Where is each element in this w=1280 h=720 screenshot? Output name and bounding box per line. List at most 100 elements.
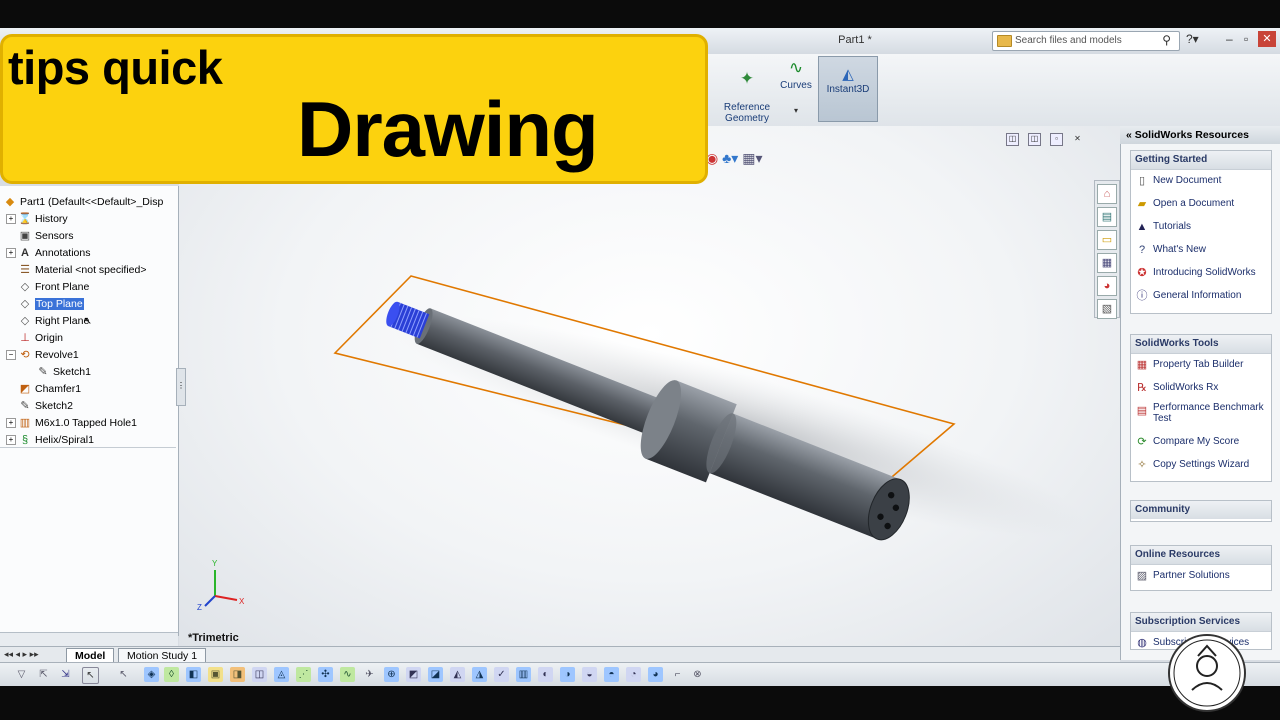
section-header[interactable]: Getting Started (1131, 151, 1271, 170)
tree-item-top-plane[interactable]: ◇ Top Plane (6, 296, 84, 313)
help-icon[interactable]: ?▾ (1186, 32, 1199, 46)
tree-item-revolve1[interactable]: − ⟲ Revolve1 (6, 347, 79, 364)
expand-icon[interactable]: + (6, 435, 16, 446)
design-library-icon[interactable]: ▤ (1097, 207, 1117, 227)
tile-horizontal-icon[interactable]: ◫ (1028, 133, 1041, 146)
filter-notes-icon[interactable]: ◩ (406, 667, 421, 682)
filter-hole-icon[interactable]: ◐ (538, 667, 553, 682)
partner-solutions-link[interactable]: ▨ Partner Solutions (1131, 565, 1271, 588)
filter-sketch-icon[interactable]: ◫ (252, 667, 267, 682)
tab-scroll-icons[interactable]: ◂◂ ◂ ▸ ▸▸ (4, 649, 39, 660)
search-icon[interactable]: ⚲ (1162, 33, 1171, 47)
minimize-icon[interactable]: – (1226, 32, 1233, 46)
tree-item-annotations[interactable]: + A Annotations (6, 245, 90, 262)
tree-collapse-handle[interactable]: ⋮ (176, 368, 186, 406)
filter-weld-icon[interactable]: ◪ (428, 667, 443, 682)
collapse-icon[interactable]: − (6, 350, 16, 361)
filter-planes-icon[interactable]: ◬ (274, 667, 289, 682)
filter-routing-icon[interactable]: ⌐ (670, 667, 685, 682)
filter-features-icon[interactable]: ◨ (230, 667, 245, 682)
chevron-down-icon[interactable]: ▾ (776, 106, 816, 115)
graphics-viewport[interactable]: Y X Z (179, 126, 1120, 646)
select-filter-icon[interactable]: ⇱ (36, 667, 51, 682)
open-document-link[interactable]: ▰ Open a Document (1131, 193, 1271, 216)
custom-properties-icon[interactable]: ▧ (1097, 299, 1117, 319)
filter-datum-icon[interactable]: ◭ (450, 667, 465, 682)
collapse-arrows-icon[interactable]: « (1126, 129, 1132, 141)
section-header[interactable]: SolidWorks Tools (1131, 335, 1271, 354)
view-settings-icon[interactable]: ▦▾ (742, 150, 762, 166)
filter-clear-icon[interactable]: ⊗ (690, 667, 705, 682)
home-icon[interactable]: ⌂ (1097, 184, 1117, 204)
filter-edges-icon[interactable]: ◊ (164, 667, 179, 682)
close-icon[interactable]: ✕ (1258, 31, 1276, 47)
filter-centerlines-icon[interactable]: ◓ (604, 667, 619, 682)
tree-horizontal-scrollbar[interactable] (0, 632, 178, 647)
tree-item-sketch2[interactable]: ✎ Sketch2 (6, 398, 73, 415)
property-tab-builder-link[interactable]: ▦ Property Tab Builder (1131, 354, 1271, 377)
filter-blocks-icon[interactable]: ▥ (516, 667, 531, 682)
filter-dimensions-icon[interactable]: ⊕ (384, 667, 399, 682)
section-header[interactable]: Subscription Services (1131, 613, 1271, 632)
compare-my-score-link[interactable]: ⟳ Compare My Score (1131, 431, 1271, 454)
file-explorer-icon[interactable]: ▭ (1097, 230, 1117, 250)
reference-geometry-icon: ✦ (739, 69, 755, 88)
filter-reference-icon[interactable]: ◔ (626, 667, 641, 682)
filter-surface-finish-icon[interactable]: ✓ (494, 667, 509, 682)
tree-item-front-plane[interactable]: ◇ Front Plane (6, 279, 90, 296)
instant3d-button[interactable]: ◭ Instant3D (818, 56, 878, 122)
expand-icon[interactable]: + (6, 214, 16, 225)
tree-item-history[interactable]: + ⌛ History (6, 211, 68, 228)
new-document-link[interactable]: ▯ New Document (1131, 170, 1271, 193)
tree-root[interactable]: ◆ Part1 (Default<<Default>_Disp (3, 194, 164, 211)
filter-annotations-icon[interactable]: ✈ (362, 667, 377, 682)
section-header[interactable]: Online Resources (1131, 546, 1271, 565)
filter-loops-icon[interactable]: ◒ (582, 667, 597, 682)
copy-settings-wizard-link[interactable]: ✧ Copy Settings Wizard (1131, 454, 1271, 477)
filter-axes-icon[interactable]: ⋰ (296, 667, 311, 682)
filter-curves-icon[interactable]: ∿ (340, 667, 355, 682)
tree-item-sensors[interactable]: ▣ Sensors (6, 228, 74, 245)
filter-bodies-icon[interactable]: ▣ (208, 667, 223, 682)
restore-icon[interactable]: ▫ (1244, 32, 1248, 46)
select-arrow-icon[interactable]: ↖ (116, 667, 131, 682)
pointer-icon[interactable]: ↖ (82, 667, 99, 684)
tree-item-material[interactable]: ☰ Material <not specified> (6, 262, 146, 279)
scene-icon[interactable]: ♣▾ (722, 150, 738, 166)
part-model-drawing[interactable]: Y X Z (179, 126, 1120, 646)
svg-text:Z: Z (197, 603, 202, 612)
tutorials-link[interactable]: ▲ Tutorials (1131, 216, 1271, 239)
tree-divider (0, 447, 176, 448)
filter-cosmetic-icon[interactable]: ◑ (560, 667, 575, 682)
history-icon: ⌛ (18, 213, 32, 225)
restore-view-icon[interactable]: ▫ (1050, 133, 1063, 146)
select-edges-icon[interactable]: ⇲ (58, 667, 73, 682)
filter-faces-icon[interactable]: ◧ (186, 667, 201, 682)
expand-icon[interactable]: + (6, 418, 16, 429)
tab-model[interactable]: Model (66, 648, 115, 663)
view-palette-icon[interactable]: ▦ (1097, 253, 1117, 273)
tree-item-tapped-hole[interactable]: + ▥ M6x1.0 Tapped Hole1 (6, 415, 137, 432)
section-header[interactable]: Community (1131, 501, 1271, 519)
tree-item-origin[interactable]: ⊥ Origin (6, 330, 63, 347)
filter-vertices-icon[interactable]: ◈ (144, 667, 159, 682)
search-input[interactable]: Search files and models ⚲ (992, 31, 1180, 51)
curves-button[interactable]: ∿ Curves ▾ (776, 58, 816, 115)
tile-icon[interactable]: ◫ (1006, 133, 1019, 146)
filter-mates-icon[interactable]: ◕ (648, 667, 663, 682)
appearances-icon[interactable]: ◕ (1097, 276, 1117, 296)
performance-benchmark-link[interactable]: ▤ Performance Benchmark Test (1131, 400, 1271, 431)
filter-gtol-icon[interactable]: ◮ (472, 667, 487, 682)
solidworks-rx-link[interactable]: ℞ SolidWorks Rx (1131, 377, 1271, 400)
filter-points-icon[interactable]: ✣ (318, 667, 333, 682)
tab-motion-study[interactable]: Motion Study 1 (118, 648, 207, 663)
tree-item-right-plane[interactable]: ◇ Right Plane↖ (6, 313, 92, 330)
tree-item-sketch1[interactable]: ✎ Sketch1 (36, 364, 91, 381)
filter-icon[interactable]: ▽ (14, 667, 29, 682)
introducing-solidworks-link[interactable]: ✪ Introducing SolidWorks (1131, 262, 1271, 285)
tree-item-chamfer1[interactable]: ◩ Chamfer1 (6, 381, 81, 398)
whats-new-link[interactable]: ? What's New (1131, 239, 1271, 262)
close-view-icon[interactable]: ✕ (1072, 134, 1083, 145)
general-information-link[interactable]: ⓘ General Information (1131, 285, 1271, 308)
expand-icon[interactable]: + (6, 248, 16, 259)
